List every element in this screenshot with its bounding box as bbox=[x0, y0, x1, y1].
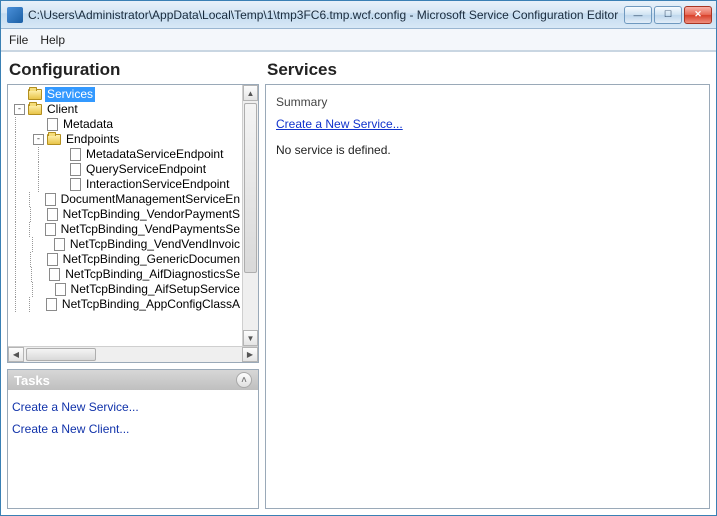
folder-icon bbox=[47, 134, 61, 145]
document-icon bbox=[70, 178, 81, 191]
menubar: File Help bbox=[1, 29, 716, 51]
tree-label-endpoints: Endpoints bbox=[64, 132, 121, 147]
window-title: C:\Users\Administrator\AppData\Local\Tem… bbox=[28, 8, 624, 22]
chevron-up-icon[interactable]: ˄ bbox=[236, 372, 252, 388]
close-button[interactable]: ✕ bbox=[684, 6, 712, 24]
menu-file[interactable]: File bbox=[9, 33, 28, 47]
tree-node-endpoint[interactable]: QueryServiceEndpoint bbox=[10, 162, 242, 177]
hscroll-thumb[interactable] bbox=[26, 348, 96, 361]
configuration-tree-box: Services - Client bbox=[7, 84, 259, 363]
tree-node-endpoint[interactable]: NetTcpBinding_AifDiagnosticsSe bbox=[10, 267, 242, 282]
folder-icon bbox=[28, 104, 42, 115]
tree-label-endpoint: NetTcpBinding_AifDiagnosticsSe bbox=[63, 267, 242, 282]
no-service-text: No service is defined. bbox=[276, 143, 699, 157]
configuration-title: Configuration bbox=[7, 58, 259, 84]
horizontal-scrollbar[interactable]: ◀ ▶ bbox=[8, 346, 258, 362]
tree-node-endpoint[interactable]: MetadataServiceEndpoint bbox=[10, 147, 242, 162]
tasks-body: Create a New Service... Create a New Cli… bbox=[8, 390, 258, 446]
configuration-tree: Services - Client bbox=[8, 85, 242, 314]
endpoint-list: MetadataServiceEndpointQueryServiceEndpo… bbox=[10, 147, 242, 312]
tree-label-endpoint: NetTcpBinding_AppConfigClassA bbox=[60, 297, 242, 312]
document-icon bbox=[55, 283, 66, 296]
tree-node-endpoint[interactable]: InteractionServiceEndpoint bbox=[10, 177, 242, 192]
task-create-client[interactable]: Create a New Client... bbox=[12, 418, 254, 440]
tree-node-client[interactable]: - Client bbox=[10, 102, 242, 117]
scroll-left-icon[interactable]: ◀ bbox=[8, 347, 24, 362]
document-icon bbox=[45, 223, 56, 236]
left-column: Configuration Services bbox=[7, 58, 259, 509]
tree-label-endpoint: NetTcpBinding_VendorPaymentS bbox=[61, 207, 242, 222]
window-buttons: — ☐ ✕ bbox=[624, 6, 712, 24]
tree-node-endpoint[interactable]: NetTcpBinding_AifSetupService bbox=[10, 282, 242, 297]
tree-node-services[interactable]: Services bbox=[10, 87, 242, 102]
hscroll-track[interactable] bbox=[24, 347, 242, 362]
document-icon bbox=[70, 163, 81, 176]
titlebar: C:\Users\Administrator\AppData\Local\Tem… bbox=[1, 1, 716, 29]
services-title: Services bbox=[265, 58, 710, 84]
minimize-button[interactable]: — bbox=[624, 6, 652, 24]
vscroll-thumb[interactable] bbox=[244, 103, 257, 273]
document-icon bbox=[47, 208, 58, 221]
app-icon bbox=[7, 7, 23, 23]
tree-node-endpoint[interactable]: NetTcpBinding_VendorPaymentS bbox=[10, 207, 242, 222]
vertical-scrollbar[interactable]: ▲ ▼ bbox=[242, 85, 258, 346]
tree-label-endpoint: NetTcpBinding_AifSetupService bbox=[69, 282, 242, 297]
document-icon bbox=[46, 298, 57, 311]
scroll-down-icon[interactable]: ▼ bbox=[243, 330, 258, 346]
folder-icon bbox=[28, 89, 42, 100]
menu-help[interactable]: Help bbox=[40, 33, 65, 47]
tree-label-endpoint: MetadataServiceEndpoint bbox=[84, 147, 225, 162]
tree-label-endpoint: DocumentManagementServiceEn bbox=[59, 192, 242, 207]
tree-label-endpoint: QueryServiceEndpoint bbox=[84, 162, 208, 177]
tree-node-metadata[interactable]: Metadata bbox=[10, 117, 242, 132]
tree-label-metadata: Metadata bbox=[61, 117, 115, 132]
scroll-right-icon[interactable]: ▶ bbox=[242, 347, 258, 362]
document-icon bbox=[49, 268, 60, 281]
create-service-link[interactable]: Create a New Service... bbox=[276, 117, 403, 131]
summary-label: Summary bbox=[276, 95, 699, 109]
tree-label-endpoint: NetTcpBinding_VendVendInvoic bbox=[68, 237, 242, 252]
task-create-service[interactable]: Create a New Service... bbox=[12, 396, 254, 418]
tree-node-endpoint[interactable]: NetTcpBinding_VendVendInvoic bbox=[10, 237, 242, 252]
tree-node-endpoint[interactable]: NetTcpBinding_GenericDocumen bbox=[10, 252, 242, 267]
tree-scroll-area[interactable]: Services - Client bbox=[8, 85, 242, 346]
scroll-up-icon[interactable]: ▲ bbox=[243, 85, 258, 101]
tasks-panel: Tasks ˄ Create a New Service... Create a… bbox=[7, 369, 259, 509]
document-icon bbox=[70, 148, 81, 161]
right-column: Services Summary Create a New Service...… bbox=[265, 58, 710, 509]
tree-node-endpoint[interactable]: NetTcpBinding_AppConfigClassA bbox=[10, 297, 242, 312]
tree-label-endpoint: NetTcpBinding_VendPaymentsSe bbox=[59, 222, 242, 237]
tree-node-endpoint[interactable]: DocumentManagementServiceEn bbox=[10, 192, 242, 207]
document-icon bbox=[47, 253, 58, 266]
services-detail-box: Summary Create a New Service... No servi… bbox=[265, 84, 710, 509]
tree-label-client: Client bbox=[45, 102, 80, 117]
maximize-button[interactable]: ☐ bbox=[654, 6, 682, 24]
tasks-title: Tasks bbox=[14, 373, 50, 388]
expand-toggle-icon[interactable]: - bbox=[14, 104, 25, 115]
tasks-header[interactable]: Tasks ˄ bbox=[8, 370, 258, 390]
document-icon bbox=[54, 238, 65, 251]
vscroll-track[interactable] bbox=[243, 101, 258, 330]
document-icon bbox=[47, 118, 58, 131]
tree-node-endpoint[interactable]: NetTcpBinding_VendPaymentsSe bbox=[10, 222, 242, 237]
tree-label-services: Services bbox=[45, 87, 95, 102]
tree-label-endpoint: InteractionServiceEndpoint bbox=[84, 177, 231, 192]
document-icon bbox=[45, 193, 56, 206]
workspace: Configuration Services bbox=[1, 51, 716, 515]
expand-toggle-icon[interactable]: - bbox=[33, 134, 44, 145]
tree-node-endpoints[interactable]: - Endpoints bbox=[10, 132, 242, 147]
tree-label-endpoint: NetTcpBinding_GenericDocumen bbox=[61, 252, 242, 267]
